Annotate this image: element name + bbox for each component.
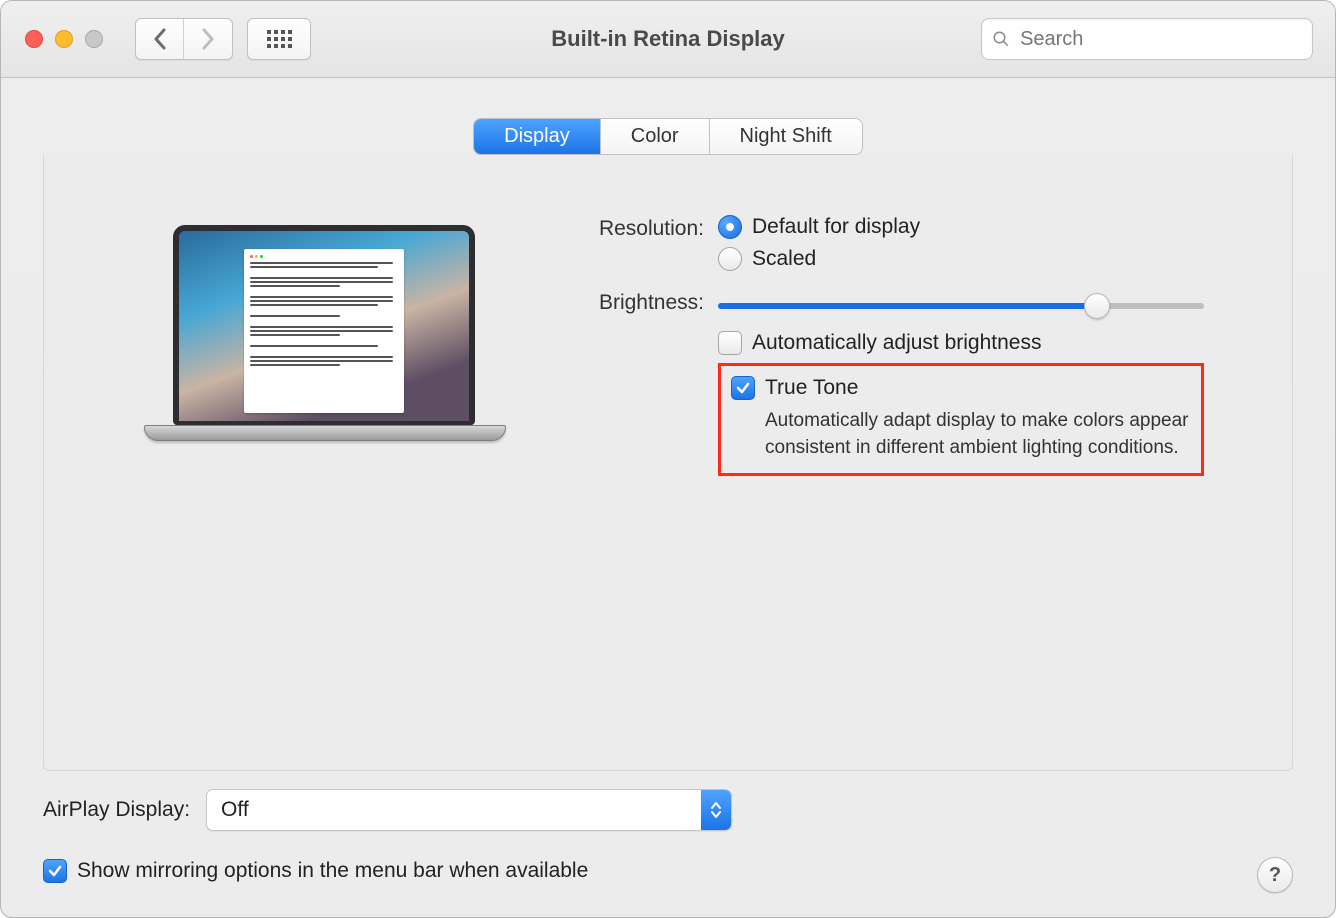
true-tone-description: Automatically adapt display to make colo… <box>765 408 1191 461</box>
radio-label: Default for display <box>752 215 920 239</box>
chevron-right-icon <box>201 28 215 50</box>
select-arrows-icon <box>701 790 731 830</box>
radio-icon <box>718 247 742 271</box>
radio-icon <box>718 215 742 239</box>
show-all-button[interactable] <box>247 18 311 60</box>
checkbox-label: True Tone <box>765 376 858 400</box>
radio-label: Scaled <box>752 247 816 271</box>
title-bar: Built-in Retina Display <box>1 1 1335 78</box>
resolution-scaled-radio[interactable]: Scaled <box>718 247 1204 271</box>
search-input[interactable] <box>1018 27 1302 52</box>
display-settings: Resolution: Default for display Scaled <box>544 215 1204 486</box>
fullscreen-window-button[interactable] <box>85 30 103 48</box>
tab-color[interactable]: Color <box>601 119 710 154</box>
tab-night-shift[interactable]: Night Shift <box>710 119 862 154</box>
resolution-label: Resolution: <box>544 215 718 241</box>
brightness-label: Brightness: <box>544 289 718 315</box>
checkbox-icon <box>731 376 755 400</box>
laptop-screen-icon <box>173 225 475 425</box>
checkbox-icon <box>43 859 67 883</box>
prefs-window: Built-in Retina Display Display Color Ni… <box>0 0 1336 918</box>
bottom-bar: AirPlay Display: Off Show mirroring opti… <box>43 765 1293 917</box>
check-icon <box>736 381 750 395</box>
search-box[interactable] <box>981 18 1313 60</box>
help-button[interactable]: ? <box>1257 857 1293 893</box>
airplay-value: Off <box>221 798 249 822</box>
mirroring-checkbox[interactable]: Show mirroring options in the menu bar w… <box>43 859 588 883</box>
check-icon <box>48 864 62 878</box>
search-icon <box>992 29 1010 49</box>
slider-thumb-icon[interactable] <box>1084 293 1110 319</box>
tab-display[interactable]: Display <box>474 119 601 154</box>
true-tone-checkbox[interactable]: True Tone <box>731 376 1191 400</box>
checkbox-label: Show mirroring options in the menu bar w… <box>77 859 588 883</box>
nav-buttons <box>135 18 233 60</box>
grid-icon <box>267 30 292 48</box>
resolution-default-radio[interactable]: Default for display <box>718 215 1204 239</box>
tab-bar: Display Color Night Shift <box>473 118 863 155</box>
minimize-window-button[interactable] <box>55 30 73 48</box>
traffic-lights <box>25 30 103 48</box>
airplay-select[interactable]: Off <box>206 789 732 831</box>
chevron-left-icon <box>153 28 167 50</box>
back-button[interactable] <box>136 19 184 59</box>
forward-button[interactable] <box>184 19 232 59</box>
brightness-slider[interactable] <box>718 293 1204 319</box>
checkbox-label: Automatically adjust brightness <box>752 331 1041 355</box>
display-preview <box>144 225 504 441</box>
close-window-button[interactable] <box>25 30 43 48</box>
laptop-base-icon <box>144 425 506 441</box>
airplay-label: AirPlay Display: <box>43 798 190 822</box>
true-tone-highlight: True Tone Automatically adapt display to… <box>718 363 1204 476</box>
auto-brightness-checkbox[interactable]: Automatically adjust brightness <box>718 331 1204 355</box>
display-panel: Resolution: Default for display Scaled <box>43 155 1293 771</box>
checkbox-icon <box>718 331 742 355</box>
